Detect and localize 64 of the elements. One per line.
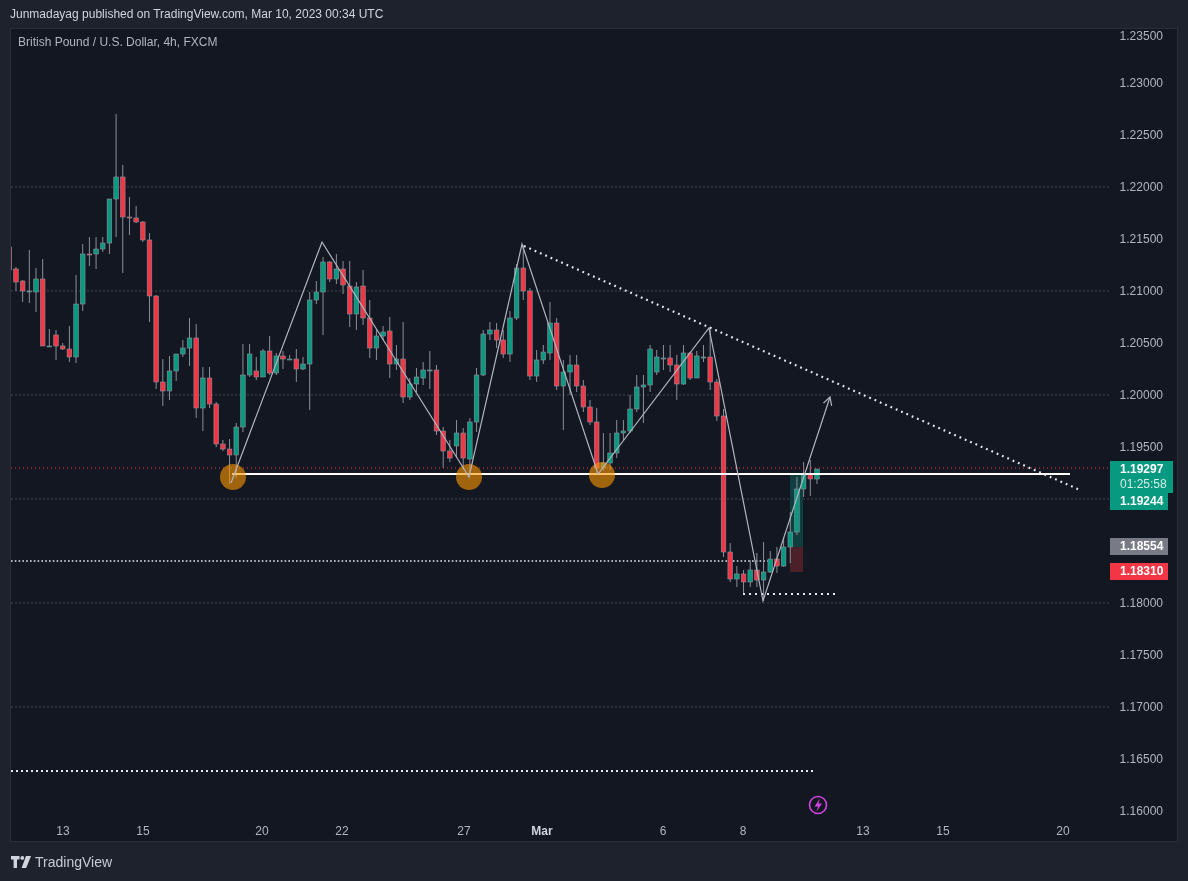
date-label: 27 bbox=[457, 824, 471, 838]
bearish-candle bbox=[687, 351, 693, 381]
date-label: 13 bbox=[856, 824, 870, 838]
brand-name: TradingView bbox=[35, 853, 113, 870]
bullish-candle bbox=[287, 354, 293, 361]
bullish-candle bbox=[747, 559, 753, 588]
circle-marker bbox=[456, 464, 482, 490]
bearish-candle bbox=[253, 356, 259, 381]
bullish-candle bbox=[453, 419, 460, 459]
price-label: 1.20000 bbox=[1119, 388, 1163, 402]
bearish-candle bbox=[293, 348, 299, 383]
tag-price: 1.19297 bbox=[1120, 462, 1165, 477]
symbol-title: British Pound / U.S. Dollar, 4h, FXCM bbox=[18, 35, 218, 49]
price-label: 1.18000 bbox=[1119, 596, 1163, 610]
price-label: 1.23000 bbox=[1119, 76, 1163, 90]
price-label: 1.16000 bbox=[1119, 804, 1163, 818]
logo-icon bbox=[11, 855, 31, 868]
price-label: 1.22500 bbox=[1119, 128, 1163, 142]
price-tag: 1.18310 bbox=[1110, 563, 1169, 580]
bullish-candle bbox=[200, 366, 206, 432]
bullish-candle bbox=[353, 281, 359, 331]
publication-info: Junmadayag published on TradingView.com, Mar 10, 2023 00:34 UTC bbox=[10, 7, 384, 21]
date-label: 8 bbox=[739, 824, 747, 838]
bearish-candle bbox=[774, 546, 780, 574]
price-tag: 1.18554 bbox=[1110, 538, 1169, 555]
price-label: 1.23500 bbox=[1119, 29, 1163, 43]
circle-marker bbox=[589, 462, 615, 488]
date-label: 22 bbox=[335, 824, 349, 838]
date-label: 13 bbox=[56, 824, 70, 838]
lightning-icon[interactable] bbox=[808, 795, 828, 815]
price-label: 1.17500 bbox=[1119, 648, 1163, 662]
price-label: 1.21500 bbox=[1119, 232, 1163, 246]
date-label: 15 bbox=[136, 824, 150, 838]
price-label: 1.19500 bbox=[1119, 440, 1163, 454]
bullish-candle bbox=[333, 253, 339, 285]
bearish-candle bbox=[807, 459, 813, 497]
bullish-candle bbox=[393, 344, 400, 371]
date-label: 15 bbox=[936, 824, 950, 838]
bullish-candle bbox=[260, 348, 266, 378]
bullish-candle bbox=[273, 352, 279, 376]
bearish-candle bbox=[754, 552, 760, 588]
bullish-candle bbox=[680, 344, 687, 386]
circle-marker bbox=[220, 464, 246, 490]
date-label: 20 bbox=[255, 824, 269, 838]
bearish-candle bbox=[280, 350, 286, 370]
date-label: 20 bbox=[1056, 824, 1070, 838]
month-label: Mar bbox=[531, 824, 553, 838]
bullish-candle bbox=[734, 565, 740, 588]
price-tag: 1.19244 bbox=[1110, 493, 1169, 510]
countdown-text: 01:25:58 bbox=[1120, 477, 1167, 492]
bearish-candle bbox=[267, 335, 273, 376]
price-label: 1.21000 bbox=[1119, 284, 1163, 298]
price-label: 1.17000 bbox=[1119, 700, 1163, 714]
price-label: 1.22000 bbox=[1119, 180, 1163, 194]
bearish-candle bbox=[86, 236, 92, 267]
bullish-candle bbox=[46, 328, 52, 348]
bearish-candle bbox=[740, 569, 747, 594]
price-label: 1.20500 bbox=[1119, 336, 1163, 350]
bullish-candle bbox=[814, 468, 820, 485]
bearish-candle bbox=[460, 427, 466, 471]
date-label: 6 bbox=[659, 824, 667, 838]
bearish-candle bbox=[387, 316, 393, 379]
price-label: 1.16500 bbox=[1119, 752, 1163, 766]
bearish-candle bbox=[327, 260, 333, 283]
